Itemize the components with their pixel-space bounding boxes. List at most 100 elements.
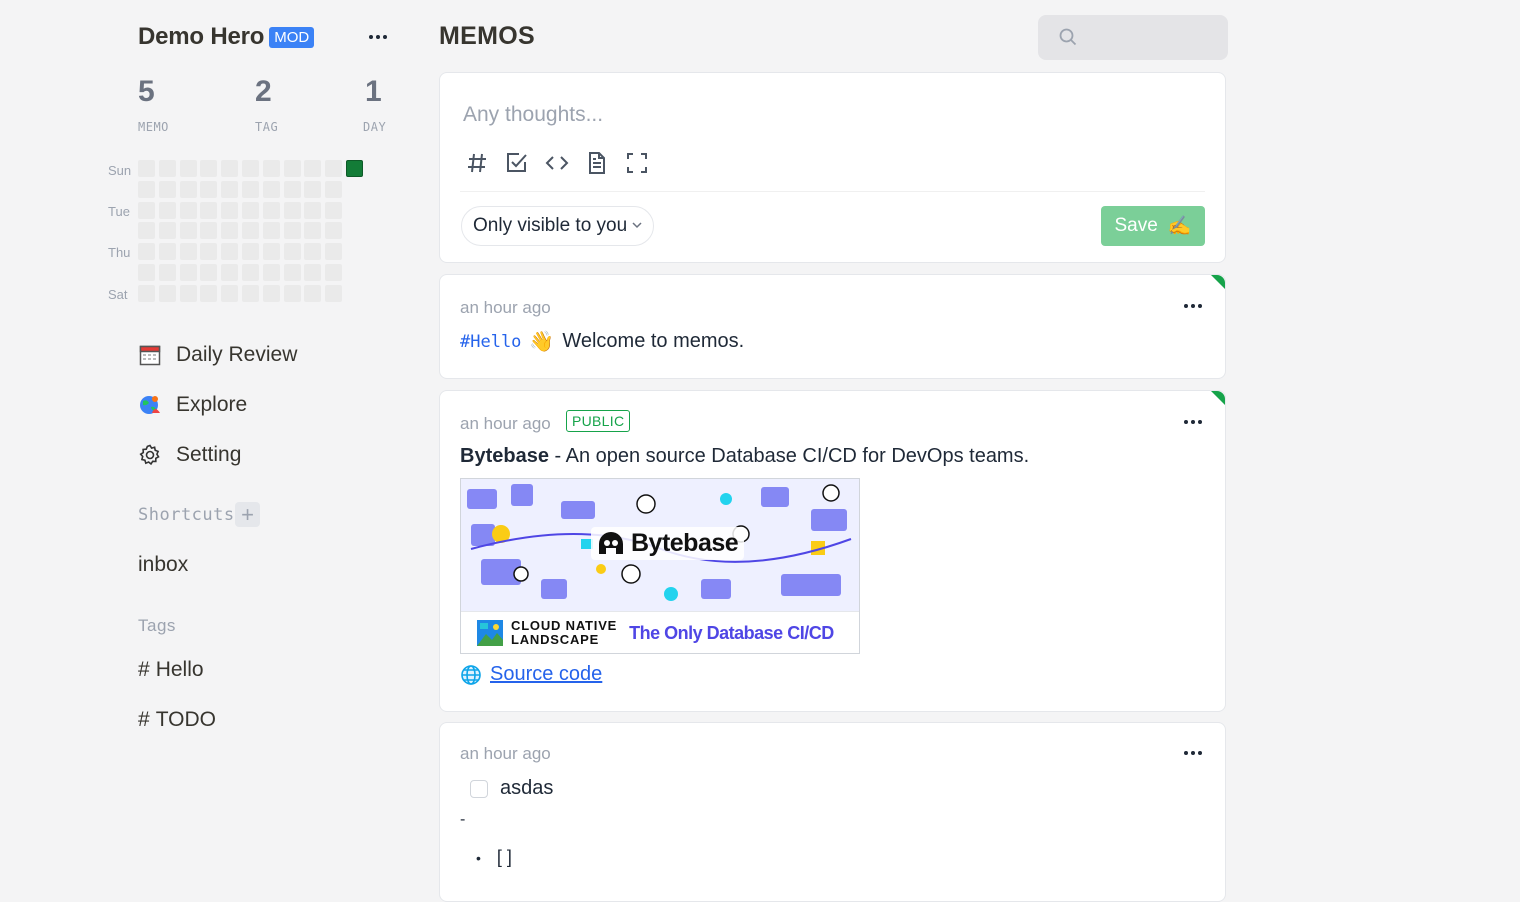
tag-item-todo[interactable]: # TODO [138, 708, 216, 732]
heatmap-cell[interactable] [304, 222, 322, 240]
heatmap-cell[interactable] [242, 264, 259, 281]
heatmap-cell[interactable] [304, 243, 322, 261]
search-input[interactable] [1038, 15, 1228, 60]
heatmap-cell[interactable] [200, 264, 218, 281]
memo-more-button[interactable] [1181, 297, 1205, 315]
memo-more-button[interactable] [1181, 413, 1205, 431]
heatmap-cell[interactable] [346, 160, 363, 177]
heatmap-cell[interactable] [262, 160, 280, 177]
heatmap-cell[interactable] [179, 243, 197, 261]
heatmap-cell[interactable] [221, 180, 239, 198]
heatmap-cell[interactable] [158, 243, 176, 261]
heatmap-cell[interactable] [200, 284, 218, 302]
heatmap-cell[interactable] [304, 264, 322, 281]
heatmap-cell[interactable] [262, 243, 280, 261]
tag-label: Hello [155, 658, 204, 681]
memo-hashtag[interactable]: #Hello [460, 332, 521, 352]
file-text-icon[interactable] [585, 151, 609, 175]
heatmap-cell[interactable] [242, 243, 259, 261]
heatmap-cell[interactable] [242, 160, 259, 177]
heatmap-cell[interactable] [325, 284, 343, 302]
heatmap-cell[interactable] [158, 201, 176, 219]
heatmap-cell[interactable] [138, 160, 155, 177]
heatmap-cell[interactable] [283, 243, 301, 261]
heatmap-cell[interactable] [283, 201, 301, 219]
todo-checkbox[interactable] [470, 779, 488, 798]
code-icon[interactable] [545, 151, 569, 175]
shortcut-item[interactable]: inbox [138, 553, 188, 577]
editor-textarea[interactable]: Any thoughts... [463, 103, 603, 127]
heatmap-cell[interactable] [221, 243, 239, 261]
heatmap-cell[interactable] [304, 201, 322, 219]
heatmap-cell[interactable] [325, 180, 343, 198]
hash-icon[interactable] [465, 151, 489, 175]
heatmap-cell[interactable] [325, 264, 343, 281]
heatmap-cell[interactable] [242, 222, 259, 240]
heatmap-cell[interactable] [283, 160, 301, 177]
nav-setting[interactable]: Setting [138, 439, 241, 471]
heatmap-cell[interactable] [179, 180, 197, 198]
heatmap-cell[interactable] [158, 160, 176, 177]
heatmap-cell[interactable] [138, 284, 155, 302]
user-more-button[interactable] [366, 26, 390, 48]
heatmap-cell[interactable] [138, 180, 155, 198]
heatmap-cell[interactable] [158, 264, 176, 281]
heatmap-cell[interactable] [304, 180, 322, 198]
heatmap-cell[interactable] [283, 264, 301, 281]
heatmap-cell[interactable] [200, 160, 218, 177]
heatmap-cell[interactable] [242, 201, 259, 219]
heatmap-cell[interactable] [242, 180, 259, 198]
heatmap-cell[interactable] [179, 201, 197, 219]
visibility-select[interactable]: Only visible to you [461, 206, 655, 246]
heatmap-cell[interactable] [304, 160, 322, 177]
heatmap-cell[interactable] [262, 222, 280, 240]
heatmap-cell[interactable] [158, 180, 176, 198]
memo-more-button[interactable] [1181, 744, 1205, 762]
add-shortcut-button[interactable]: + [235, 502, 260, 527]
heatmap-cell[interactable] [179, 264, 197, 281]
heatmap-cell[interactable] [325, 243, 343, 261]
heatmap-cell[interactable] [283, 284, 301, 302]
fullscreen-icon[interactable] [625, 151, 649, 175]
heatmap-cell[interactable] [262, 180, 280, 198]
heatmap-cell[interactable] [138, 222, 155, 240]
heatmap-cell[interactable] [262, 201, 280, 219]
heatmap-cell[interactable] [138, 264, 155, 281]
nav-daily-review[interactable]: Daily Review [138, 339, 297, 371]
memo-image[interactable]: Bytebase CLOUD NATIVE LANDSCAPE The Only… [460, 478, 860, 654]
heatmap-cell[interactable] [200, 243, 218, 261]
heatmap-cell[interactable] [221, 222, 239, 240]
heatmap-cell[interactable] [221, 201, 239, 219]
save-button[interactable]: Save ✍️ [1101, 206, 1205, 246]
heatmap-cell[interactable] [221, 264, 239, 281]
heatmap-cell[interactable] [138, 243, 155, 261]
save-label: Save [1114, 215, 1158, 236]
heatmap-cell[interactable] [179, 160, 197, 177]
heatmap-cell[interactable] [283, 222, 301, 240]
heatmap-cell[interactable] [138, 201, 155, 219]
heatmap-cell[interactable] [200, 180, 218, 198]
heatmap-cell[interactable] [200, 201, 218, 219]
heatmap-cell[interactable] [158, 222, 176, 240]
heatmap-cell[interactable] [242, 284, 259, 302]
heatmap-cell[interactable] [200, 222, 218, 240]
heatmap-cell[interactable] [158, 284, 176, 302]
heatmap-cell[interactable] [221, 160, 239, 177]
source-code-link[interactable]: Source code [490, 663, 602, 686]
globe-icon [460, 664, 482, 686]
heatmap-cell[interactable] [325, 160, 343, 177]
checkbox-icon[interactable] [505, 151, 529, 175]
heatmap-cell[interactable] [221, 284, 239, 302]
heatmap-cell[interactable] [179, 284, 197, 302]
heatmap-cell[interactable] [304, 284, 322, 302]
heatmap-cell[interactable] [325, 201, 343, 219]
heatmap-cell[interactable] [325, 222, 343, 240]
cloud-native-line1: CLOUD NATIVE [511, 618, 618, 633]
tag-item-hello[interactable]: # Hello [138, 658, 204, 682]
heatmap-cell[interactable] [179, 222, 197, 240]
heatmap-cell[interactable] [262, 284, 280, 302]
heatmap-cell[interactable] [262, 264, 280, 281]
heatmap-cell[interactable] [283, 180, 301, 198]
user-name[interactable]: Demo Hero [138, 23, 264, 51]
nav-explore[interactable]: Explore [138, 389, 247, 421]
